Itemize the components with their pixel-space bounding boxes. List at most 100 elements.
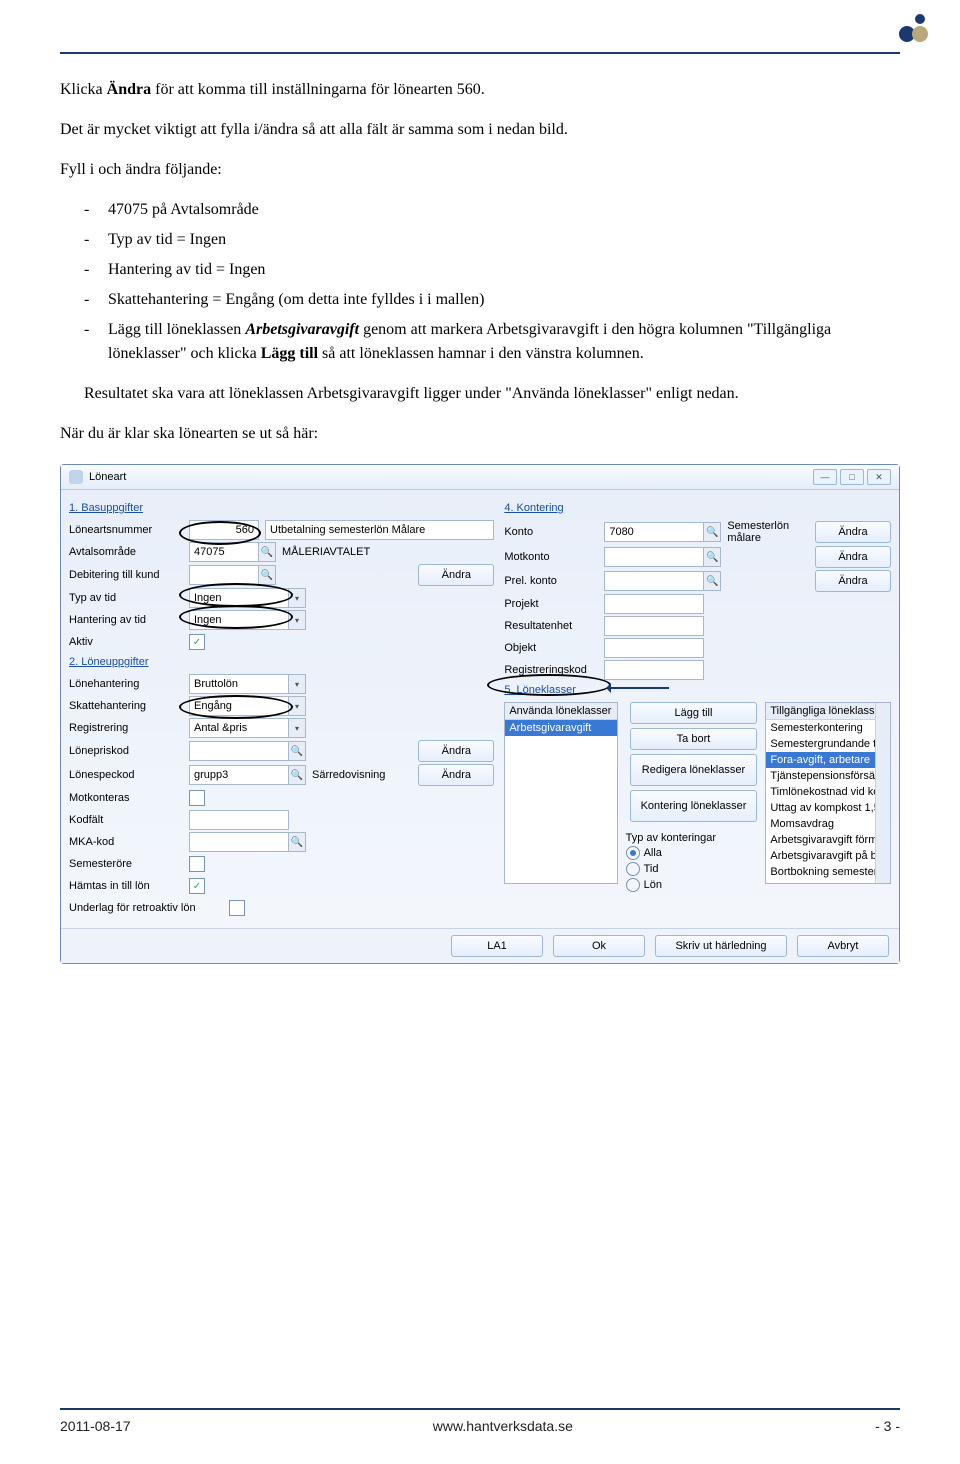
hantering-select[interactable]: Ingen [189, 610, 289, 630]
list-item[interactable]: Semesterkontering [766, 720, 890, 736]
andra-button[interactable]: Ändra [815, 570, 891, 592]
scrollbar[interactable] [875, 703, 890, 883]
chevron-down-icon[interactable]: ▾ [289, 696, 306, 716]
lonespec-text: Särredovisning [312, 769, 414, 781]
list-item: 47075 på Avtalsområde [84, 198, 900, 222]
regkod-label: Registreringskod [504, 664, 604, 676]
lonehantering-select[interactable]: Bruttolön [189, 674, 289, 694]
loneart-name-input[interactable]: Utbetalning semesterlön Målare [265, 520, 494, 540]
list-item[interactable]: Timlönekostnad vid komptid [766, 784, 890, 800]
lookup-icon[interactable]: 🔍 [289, 832, 306, 852]
resultat-label: Resultatenhet [504, 620, 604, 632]
lookup-icon[interactable]: 🔍 [259, 542, 276, 562]
andra-button[interactable]: Ändra [815, 521, 891, 543]
list-item: Lägg till löneklassen Arbetsgivaravgift … [84, 318, 900, 366]
list-item[interactable]: Arbetsgivaravgift förmån [766, 832, 890, 848]
lookup-icon[interactable]: 🔍 [704, 547, 721, 567]
la1-button[interactable]: LA1 [451, 935, 543, 957]
section-2-title: 2. Löneuppgifter [69, 656, 494, 668]
avtalsomrade-label: Avtalsområde [69, 546, 189, 558]
aktiv-checkbox[interactable]: ✓ [189, 634, 205, 650]
chevron-down-icon[interactable]: ▾ [289, 610, 306, 630]
lagg-till-button[interactable]: Lägg till [630, 702, 758, 724]
avtalsomrade-input[interactable]: 47075 [189, 542, 259, 562]
semester-checkbox[interactable] [189, 856, 205, 872]
instruction-list: 47075 på Avtalsområde Typ av tid = Ingen… [60, 198, 900, 366]
chevron-down-icon[interactable]: ▾ [289, 674, 306, 694]
radio-lon[interactable] [626, 878, 640, 892]
lookup-icon[interactable]: 🔍 [704, 522, 721, 542]
konto-input[interactable]: 7080 [604, 522, 704, 542]
objekt-input[interactable] [604, 638, 704, 658]
list-item[interactable]: Arbetsgivaravgift på bensinförmå [766, 848, 890, 864]
lonepriskod-label: Lönepriskod [69, 745, 189, 757]
underlag-checkbox[interactable] [229, 900, 245, 916]
lookup-icon[interactable]: 🔍 [289, 741, 306, 761]
loneart-window: Löneart — □ ✕ 1. Basuppgifter Löneartsnu… [60, 464, 900, 964]
kodfalt-label: Kodfält [69, 814, 189, 826]
app-icon [69, 470, 83, 484]
kodfalt-input[interactable] [189, 810, 289, 830]
loneartsnummer-label: Löneartsnummer [69, 524, 189, 536]
motkonteras-checkbox[interactable] [189, 790, 205, 806]
used-loneklasser-listbox[interactable]: Använda löneklasser Arbetsgivaravgift [504, 702, 617, 884]
list-item[interactable]: Momsavdrag [766, 816, 890, 832]
andra-button[interactable]: Ändra [418, 740, 494, 762]
semester-label: Semesteröre [69, 858, 189, 870]
section-5-title: 5. Löneklasser [504, 684, 891, 696]
window-title: Löneart [89, 471, 126, 483]
list-item[interactable]: Uttag av kompkost 1,5 [766, 800, 890, 816]
list-item[interactable]: Fora-avgift, arbetare [766, 752, 890, 768]
window-close-button[interactable]: ✕ [867, 469, 891, 485]
lonespec-input[interactable]: grupp3 [189, 765, 289, 785]
list-item: Skattehantering = Engång (om detta inte … [84, 288, 900, 312]
kontering-button[interactable]: Kontering löneklasser [630, 790, 758, 822]
company-logo [894, 10, 930, 46]
projekt-input[interactable] [604, 594, 704, 614]
window-minimize-button[interactable]: — [813, 469, 837, 485]
redigera-button[interactable]: Redigera löneklasser [630, 754, 758, 786]
lookup-icon[interactable]: 🔍 [259, 565, 276, 585]
section-1-title: 1. Basuppgifter [69, 502, 494, 514]
resultat-input[interactable] [604, 616, 704, 636]
lookup-icon[interactable]: 🔍 [289, 765, 306, 785]
mka-input[interactable] [189, 832, 289, 852]
radio-alla[interactable] [626, 846, 640, 860]
typ-av-tid-select[interactable]: Ingen [189, 588, 289, 608]
list-item[interactable]: Tjänstepensionsförsäkring [766, 768, 890, 784]
lookup-icon[interactable]: 🔍 [704, 571, 721, 591]
list-item[interactable]: Granskningsarvode [766, 880, 890, 884]
list-item: Typ av tid = Ingen [84, 228, 900, 252]
window-maximize-button[interactable]: □ [840, 469, 864, 485]
available-loneklasser-listbox[interactable]: Tillgängliga löneklasser Semesterkonteri… [765, 702, 891, 884]
loneartsnummer-input[interactable]: 560 [189, 520, 259, 540]
list-item[interactable]: Bortbokning semesterskuld [766, 864, 890, 880]
hantering-label: Hantering av tid [69, 614, 189, 626]
list-item[interactable]: Semestergrundande tjänstemän [766, 736, 890, 752]
lonepriskod-input[interactable] [189, 741, 289, 761]
regkod-input[interactable] [604, 660, 704, 680]
list-item: Hantering av tid = Ingen [84, 258, 900, 282]
ok-button[interactable]: Ok [553, 935, 645, 957]
motkonto-input[interactable] [604, 547, 704, 567]
ta-bort-button[interactable]: Ta bort [630, 728, 758, 750]
hamtas-checkbox[interactable]: ✓ [189, 878, 205, 894]
andra-button[interactable]: Ändra [418, 764, 494, 786]
skatte-select[interactable]: Engång [189, 696, 289, 716]
registrering-select[interactable]: Antal &pris [189, 718, 289, 738]
skriv-ut-button[interactable]: Skriv ut härledning [655, 935, 787, 957]
registrering-label: Registrering [69, 722, 189, 734]
konto-label: Konto [504, 526, 604, 538]
avbryt-button[interactable]: Avbryt [797, 935, 889, 957]
andra-button[interactable]: Ändra [418, 564, 494, 586]
chevron-down-icon[interactable]: ▾ [289, 588, 306, 608]
prel-input[interactable] [604, 571, 704, 591]
radio-tid[interactable] [626, 862, 640, 876]
projekt-label: Projekt [504, 598, 604, 610]
chevron-down-icon[interactable]: ▾ [289, 718, 306, 738]
list-item[interactable]: Arbetsgivaravgift [505, 720, 616, 736]
andra-button[interactable]: Ändra [815, 546, 891, 568]
skatte-label: Skattehantering [69, 700, 189, 712]
debitering-input[interactable] [189, 565, 259, 585]
hamtas-label: Hämtas in till lön [69, 880, 189, 892]
